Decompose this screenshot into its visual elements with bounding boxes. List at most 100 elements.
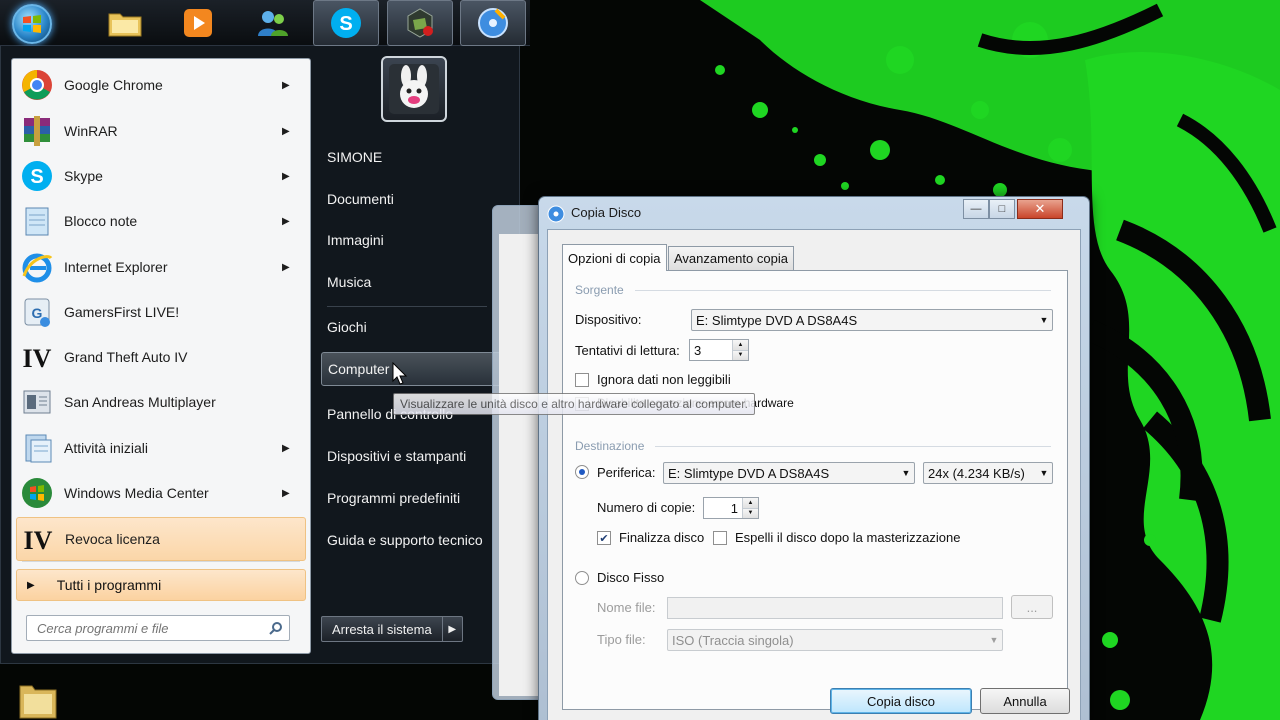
filename-input <box>667 597 1003 619</box>
gamersfirst-icon: G <box>18 293 56 331</box>
dialog-client: Opzioni di copia Avanzamento copia Sorge… <box>547 229 1081 720</box>
program-item-skype[interactable]: S Skype ▶ <box>16 154 306 198</box>
hard-disk-label: Disco Fisso <box>597 570 665 585</box>
retries-label: Tentativi di lettura: <box>575 343 680 358</box>
program-label: Blocco note <box>64 213 138 229</box>
tab-copy-progress[interactable]: Avanzamento copia <box>668 246 794 270</box>
source-device-dropdown[interactable]: E: Slimtype DVD A DS8A4S ▼ <box>691 309 1053 331</box>
all-programs-button[interactable]: ▶ Tutti i programmi <box>16 569 306 601</box>
copy-disc-button[interactable]: Copia disco <box>830 688 972 714</box>
submenu-arrow-icon[interactable]: ▶ <box>282 443 292 454</box>
place-dispositivi-e-stampanti[interactable]: Dispositivi e stampanti <box>321 439 511 473</box>
eject-disc-checkbox[interactable] <box>713 531 727 545</box>
media-center-icon <box>18 474 56 512</box>
places-separator <box>327 306 487 307</box>
program-item-internet-explorer[interactable]: Internet Explorer ▶ <box>16 245 306 289</box>
program-item-winrar[interactable]: WinRAR ▶ <box>16 109 306 153</box>
place-immagini[interactable]: Immagini <box>321 223 511 257</box>
all-programs-label: Tutti i programmi <box>56 577 162 593</box>
spin-up-icon[interactable]: ▲ <box>743 498 758 508</box>
submenu-arrow-icon[interactable]: ▶ <box>282 171 292 182</box>
taskbar-disc-burner-button[interactable] <box>460 0 526 46</box>
program-item-windows-media-center[interactable]: Windows Media Center ▶ <box>16 471 306 515</box>
user-avatar[interactable] <box>381 56 447 122</box>
skype-icon: S <box>331 8 361 38</box>
disc-icon <box>478 8 508 38</box>
shutdown-options-arrow-icon[interactable]: ▶ <box>442 616 463 642</box>
place-documenti[interactable]: Documenti <box>321 182 511 216</box>
start-search-box[interactable] <box>26 615 290 641</box>
burner-device-dropdown[interactable]: E: Slimtype DVD A DS8A4S ▼ <box>663 462 915 484</box>
disc-icon <box>547 205 565 223</box>
device-label: Dispositivo: <box>575 312 642 327</box>
dialog-titlebar[interactable]: Copia Disco — □ ✕ <box>539 197 1089 227</box>
ie-icon <box>18 248 56 286</box>
burner-radio[interactable] <box>575 465 589 479</box>
start-search-input[interactable] <box>37 620 263 636</box>
shutdown-button[interactable]: Arresta il sistema <box>321 616 443 642</box>
submenu-arrow-icon[interactable]: ▶ <box>282 262 292 273</box>
tab-copy-options[interactable]: Opzioni di copia <box>562 244 667 271</box>
group-divider <box>635 290 1051 291</box>
program-item-google-chrome[interactable]: Google Chrome ▶ <box>16 63 306 107</box>
place-computer[interactable]: Computer <box>321 352 511 386</box>
program-label: San Andreas Multiplayer <box>64 394 216 410</box>
place-programmi-predefiniti[interactable]: Programmi predefiniti <box>321 481 511 515</box>
spin-down-icon[interactable]: ▼ <box>743 507 758 518</box>
write-speed-dropdown[interactable]: 24x (4.234 KB/s) ▼ <box>923 462 1053 484</box>
separator <box>22 561 300 562</box>
submenu-arrow-icon[interactable]: ▶ <box>282 126 292 137</box>
programs-pane: Google Chrome ▶ WinRAR ▶ S Skype ▶ Blocco note ▶… <box>11 58 311 654</box>
place-giochi[interactable]: Giochi <box>321 310 511 344</box>
getting-started-icon <box>18 429 56 467</box>
filetype-dropdown: ISO (Traccia singola) ▼ <box>667 629 1003 651</box>
program-item-revoca-licenza[interactable]: IV Revoca licenza <box>16 517 306 561</box>
close-button[interactable]: ✕ <box>1017 199 1063 219</box>
submenu-arrow-icon[interactable]: ▶ <box>282 216 292 227</box>
program-item-blocco-note[interactable]: Blocco note ▶ <box>16 199 306 243</box>
filetype-value: ISO (Traccia singola) <box>672 632 794 648</box>
svg-text:S: S <box>339 13 352 35</box>
ignore-unreadable-checkbox[interactable] <box>575 373 589 387</box>
retries-stepper[interactable]: 3 ▲ ▼ <box>689 339 749 361</box>
finalize-disc-label: Finalizza disco <box>619 530 705 545</box>
program-item-attivit-iniziali[interactable]: Attività iniziali ▶ <box>16 426 306 470</box>
spin-down-icon[interactable]: ▼ <box>733 349 748 360</box>
play-icon <box>184 9 212 37</box>
search-icon[interactable] <box>263 621 289 635</box>
group-divider <box>655 446 1051 447</box>
place-musica[interactable]: Musica <box>321 265 511 299</box>
taskbar-explorer-button[interactable] <box>92 0 158 46</box>
taskbar-skype-button[interactable]: S <box>313 0 379 46</box>
place-simone[interactable]: SIMONE <box>321 140 511 174</box>
program-label: Internet Explorer <box>64 259 168 275</box>
dialog-title: Copia Disco <box>571 205 642 220</box>
program-label: Revoca licenza <box>65 531 160 547</box>
winrar-icon <box>18 112 56 150</box>
program-item-san-andreas-multiplayer[interactable]: San Andreas Multiplayer <box>16 380 306 424</box>
finalize-disc-checkbox[interactable]: ✔ <box>597 531 611 545</box>
program-item-gamersfirst-live[interactable]: G GamersFirst LIVE! <box>16 290 306 334</box>
svg-text:IV: IV <box>23 344 52 373</box>
minimize-button[interactable]: — <box>963 199 989 219</box>
windows-logo-icon <box>12 4 52 44</box>
taskbar-media-player-button[interactable] <box>165 0 231 46</box>
ignore-unreadable-label: Ignora dati non leggibili <box>597 372 731 387</box>
submenu-arrow-icon[interactable]: ▶ <box>282 80 292 91</box>
radio-selected-dot <box>579 469 585 475</box>
taskbar-messenger-button[interactable] <box>240 0 306 46</box>
copies-stepper[interactable]: 1 ▲ ▼ <box>703 497 759 519</box>
source-group-title: Sorgente <box>575 283 624 297</box>
start-button[interactable] <box>8 2 56 46</box>
desktop-folder-icon[interactable] <box>16 676 60 720</box>
program-item-grand-theft-auto-iv[interactable]: IV Grand Theft Auto IV <box>16 335 306 379</box>
place-guida-e-supporto-tecnico[interactable]: Guida e supporto tecnico <box>321 523 511 557</box>
hard-disk-radio[interactable] <box>575 571 589 585</box>
spin-up-icon[interactable]: ▲ <box>733 340 748 350</box>
submenu-arrow-icon[interactable]: ▶ <box>282 488 292 499</box>
folder-icon <box>108 13 142 37</box>
cancel-button[interactable]: Annulla <box>980 688 1070 714</box>
app-icon <box>407 8 433 38</box>
taskbar-app-button[interactable] <box>387 0 453 46</box>
maximize-button[interactable]: □ <box>989 199 1015 219</box>
